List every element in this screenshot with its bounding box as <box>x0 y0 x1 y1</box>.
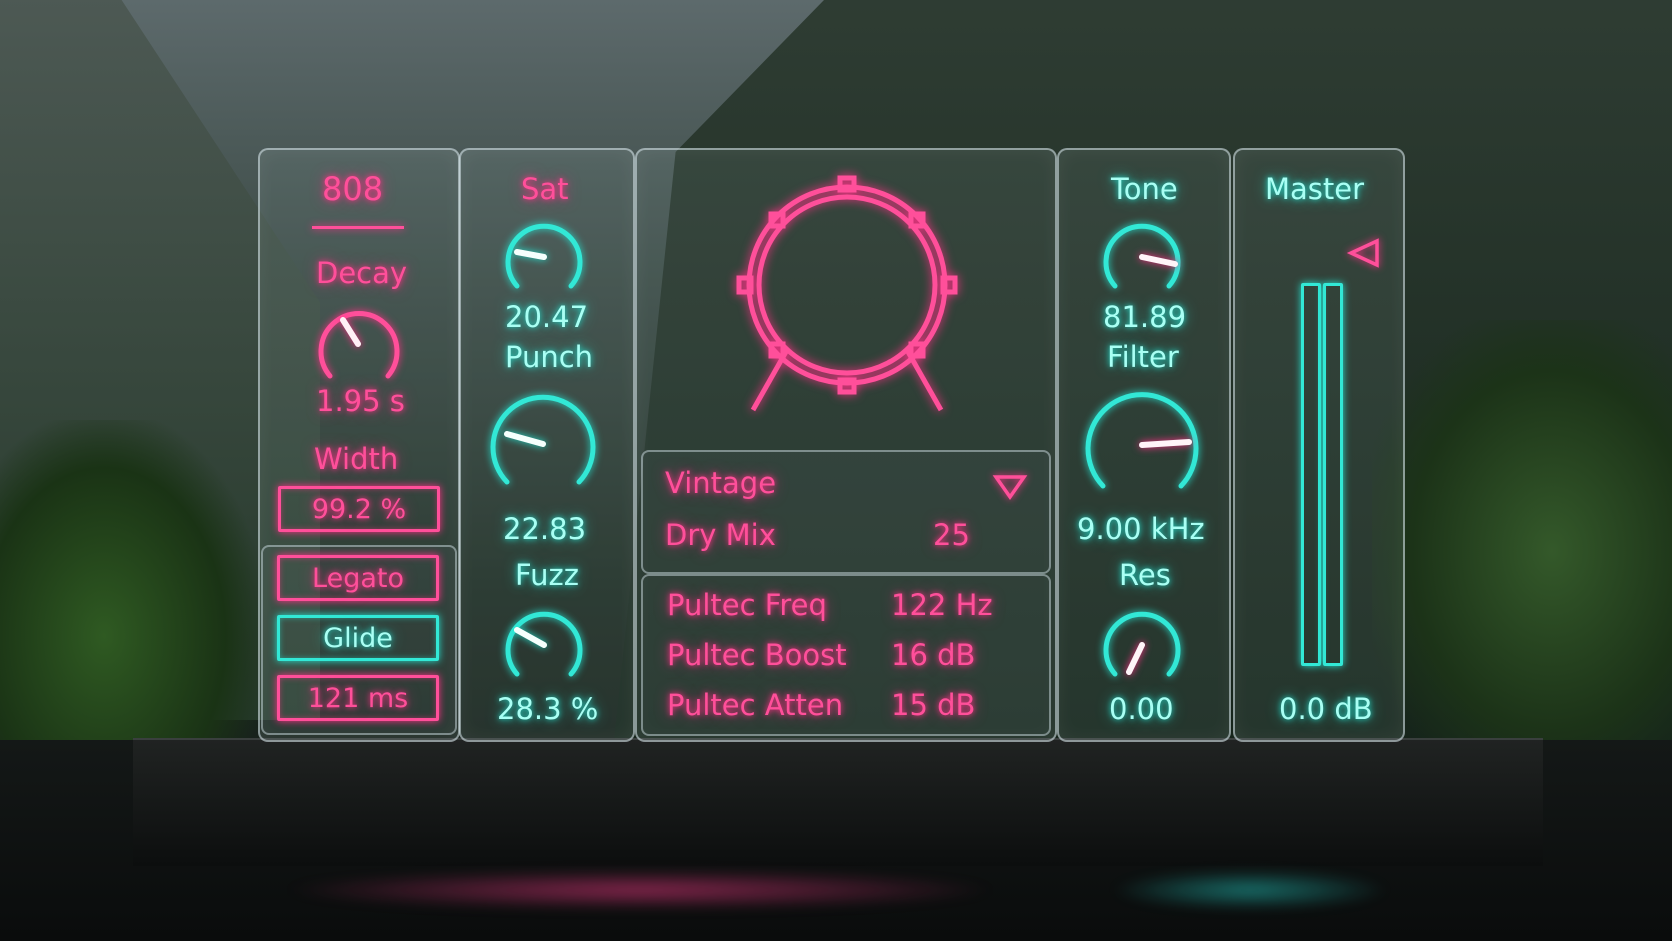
foliage-left <box>0 420 260 780</box>
pink-reflection <box>280 870 1000 910</box>
title-underline <box>312 226 404 229</box>
master-value: 0.0 dB <box>1279 692 1373 726</box>
legato-toggle[interactable]: Legato <box>277 555 439 601</box>
fader-handle-icon[interactable] <box>1346 238 1381 268</box>
punch-label: Punch <box>505 340 594 374</box>
punch-value: 22.83 <box>503 512 587 546</box>
sat-value: 20.47 <box>505 300 589 334</box>
decay-value: 1.95 s <box>316 384 405 418</box>
drymix-value[interactable]: 25 <box>933 518 970 552</box>
tone-label: Tone <box>1111 172 1178 206</box>
res-knob[interactable] <box>1099 602 1185 688</box>
kick-drum-icon <box>736 175 958 412</box>
stone-slab <box>133 738 1543 866</box>
pultec-atten-label: Pultec Atten <box>667 688 844 722</box>
tone-panel: Tone 81.89 Filter 9.00 kHz Res 0.00 <box>1057 148 1231 742</box>
filter-value: 9.00 kHz <box>1077 512 1205 546</box>
pultec-freq-value[interactable]: 122 Hz <box>891 588 993 622</box>
cyan-reflection <box>1110 870 1390 910</box>
decay-knob[interactable] <box>312 300 404 392</box>
drive-panel: Sat 20.47 Punch 22.83 Fuzz 28.3 % <box>459 148 635 742</box>
meter-track <box>1301 254 1345 666</box>
tone-knob[interactable] <box>1099 214 1185 300</box>
level-meter-right <box>1323 283 1343 666</box>
foliage-right <box>1372 320 1672 740</box>
fuzz-label: Fuzz <box>515 558 579 592</box>
filter-label: Filter <box>1107 340 1179 374</box>
glide-toggle[interactable]: Glide <box>277 615 439 661</box>
master-label: Master <box>1265 172 1365 206</box>
tone-value: 81.89 <box>1103 300 1187 334</box>
preset-select[interactable]: Vintage <box>665 466 776 500</box>
level-meter-left <box>1301 283 1321 666</box>
glide-time-field[interactable]: 121 ms <box>277 675 439 721</box>
pultec-boost-value[interactable]: 16 dB <box>891 638 975 672</box>
width-label: Width <box>314 442 399 476</box>
punch-knob[interactable] <box>487 388 599 500</box>
filter-knob[interactable] <box>1083 386 1201 504</box>
fuzz-knob[interactable] <box>501 602 587 688</box>
center-panel: Vintage Dry Mix 25 Pultec Freq 122 Hz Pu… <box>635 148 1057 742</box>
decay-label: Decay <box>316 256 408 290</box>
kick-title: 808 <box>322 170 384 208</box>
res-label: Res <box>1119 558 1171 592</box>
res-value: 0.00 <box>1109 692 1174 726</box>
pultec-atten-value[interactable]: 15 dB <box>891 688 975 722</box>
pultec-freq-label: Pultec Freq <box>667 588 827 622</box>
fuzz-value: 28.3 % <box>497 692 599 726</box>
drymix-label: Dry Mix <box>665 518 776 552</box>
width-field[interactable]: 99.2 % <box>278 486 440 532</box>
master-panel: Master 0.0 dB <box>1233 148 1405 742</box>
sat-knob[interactable] <box>501 214 587 300</box>
pultec-boost-label: Pultec Boost <box>667 638 847 672</box>
triangle-down-icon[interactable] <box>992 474 1028 501</box>
sat-label: Sat <box>521 172 569 206</box>
